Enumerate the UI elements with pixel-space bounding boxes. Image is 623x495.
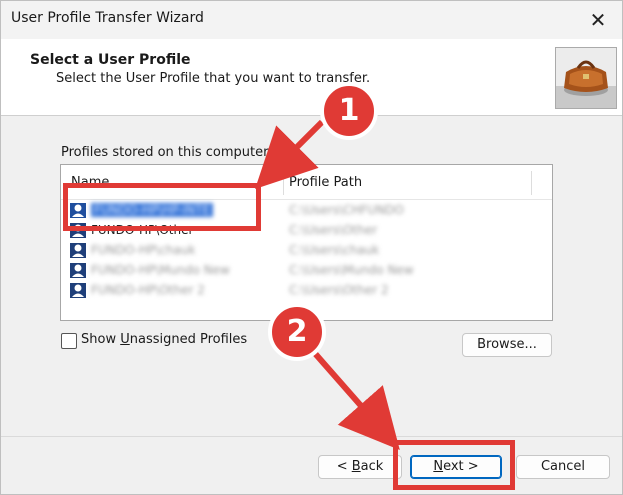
close-icon[interactable]: ✕ (584, 7, 612, 33)
column-header-path[interactable]: Profile Path (289, 175, 362, 190)
column-separator[interactable] (531, 171, 532, 195)
profiles-label: Profiles stored on this computer: (61, 145, 273, 160)
column-separator[interactable] (283, 171, 284, 195)
list-item[interactable]: FUNDO-HP\chauk C:\Users\chauk (61, 241, 552, 261)
profile-path: C:\Users\Mundo New (289, 263, 414, 277)
mnemonic: U (120, 332, 130, 347)
browse-button[interactable]: Browse... (462, 333, 552, 357)
briefcase-icon (555, 47, 617, 109)
show-unassigned-checkbox[interactable] (61, 333, 77, 349)
user-profile-icon (69, 221, 87, 239)
profile-name: FUNDO-HP\Other (91, 223, 194, 237)
show-unassigned-label[interactable]: Show Unassigned Profiles (81, 332, 247, 347)
button-text: < (336, 459, 352, 474)
listview-header: Name Profile Path (61, 165, 552, 200)
profiles-listview[interactable]: Name Profile Path FUNDO-HP\HP-INTE C:\Us… (60, 164, 553, 321)
profile-name: FUNDO-HP\Other 2 (91, 283, 205, 297)
next-button[interactable]: Next > (410, 455, 502, 479)
mnemonic: N (433, 459, 444, 474)
profile-name: FUNDO-HP\Mundo New (91, 263, 230, 277)
profile-path: C:\Users\Other 2 (289, 283, 389, 297)
button-text: ack (360, 459, 384, 474)
button-text: ext > (443, 459, 479, 474)
user-profile-icon (69, 201, 87, 219)
list-item[interactable]: FUNDO-HP\HP-INTE C:\Users\CHFUNDO (61, 201, 552, 221)
wizard-footer: < Back Next > Cancel (1, 437, 622, 494)
list-item[interactable]: FUNDO-HP\Other C:\Users\Other (61, 221, 552, 241)
user-profile-icon (69, 241, 87, 259)
profile-path: C:\Users\chauk (289, 243, 380, 257)
user-profile-icon (69, 281, 87, 299)
title-bar: User Profile Transfer Wizard ✕ (1, 1, 622, 39)
window-title: User Profile Transfer Wizard (11, 10, 204, 26)
wizard-header: Select a User Profile Select the User Pr… (1, 39, 622, 116)
label-text: nassigned Profiles (129, 332, 248, 347)
list-item[interactable]: FUNDO-HP\Other 2 C:\Users\Other 2 (61, 281, 552, 301)
list-item[interactable]: FUNDO-HP\Mundo New C:\Users\Mundo New (61, 261, 552, 281)
wizard-content: Profiles stored on this computer: Name P… (1, 116, 622, 436)
user-profile-icon (69, 261, 87, 279)
profile-name: FUNDO-HP\HP-INTE (91, 203, 214, 217)
column-header-name[interactable]: Name (71, 175, 109, 190)
back-button[interactable]: < Back (318, 455, 402, 479)
profile-path: C:\Users\Other (289, 223, 378, 237)
profile-path: C:\Users\CHFUNDO (289, 203, 404, 217)
label-text: Show (81, 332, 121, 347)
cancel-button[interactable]: Cancel (516, 455, 610, 479)
header-subtitle: Select the User Profile that you want to… (56, 71, 371, 86)
profile-name: FUNDO-HP\chauk (91, 243, 196, 257)
header-title: Select a User Profile (30, 52, 191, 68)
wizard-window: User Profile Transfer Wizard ✕ Select a … (0, 0, 623, 495)
mnemonic: B (351, 459, 361, 474)
